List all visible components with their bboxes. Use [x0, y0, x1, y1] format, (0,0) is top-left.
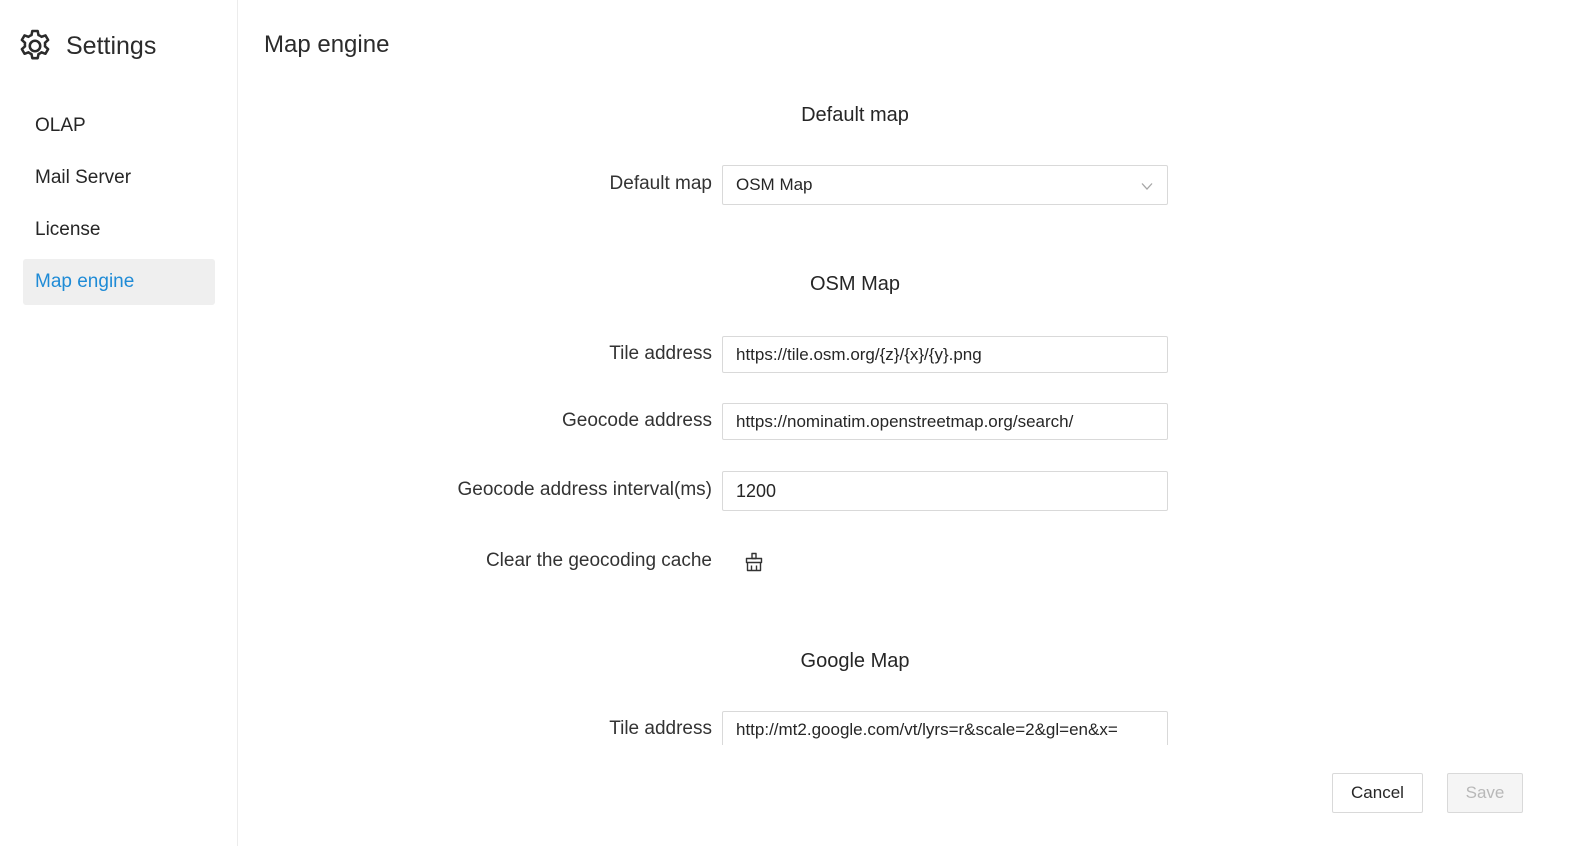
clear-geocoding-cache-label: Clear the geocoding cache	[485, 550, 712, 571]
gear-icon	[16, 27, 54, 65]
section-title-default-map: Default map	[801, 104, 909, 126]
settings-app: Settings OLAP Mail Server License Map en…	[0, 0, 1583, 846]
map-engine-form[interactable]: Default map Default map OSM Map OSM Map …	[238, 0, 1583, 745]
geocode-interval-label: Geocode address interval(ms)	[457, 479, 713, 500]
sidebar-item-map-engine[interactable]: Map engine	[23, 259, 215, 305]
save-button[interactable]: Save	[1447, 773, 1523, 813]
sidebar-item-olap[interactable]: OLAP	[23, 103, 215, 149]
main-panel: Map engine Default map Default map OSM M…	[238, 0, 1583, 846]
google-tile-address-label: Tile address	[609, 718, 712, 739]
sidebar-title: Settings	[66, 31, 157, 60]
sidebar-nav: OLAP Mail Server License Map engine	[23, 103, 215, 311]
sidebar-header: Settings	[16, 26, 156, 66]
osm-geocode-address-label: Geocode address	[562, 410, 712, 431]
default-map-selected-value: OSM Map	[736, 175, 813, 194]
sidebar-item-mail-server[interactable]: Mail Server	[23, 155, 215, 201]
broom-icon[interactable]	[743, 551, 765, 573]
sidebar-item-license[interactable]: License	[23, 207, 215, 253]
geocode-interval-input[interactable]	[722, 471, 1168, 511]
chevron-down-icon	[1140, 178, 1154, 192]
osm-geocode-address-input[interactable]	[722, 403, 1168, 440]
default-map-label: Default map	[609, 173, 712, 194]
google-tile-address-input[interactable]	[722, 711, 1168, 745]
osm-tile-address-input[interactable]	[722, 336, 1168, 373]
default-map-select[interactable]: OSM Map	[722, 165, 1168, 205]
cancel-button[interactable]: Cancel	[1332, 773, 1423, 813]
section-title-osm-map: OSM Map	[809, 273, 901, 295]
sidebar: Settings OLAP Mail Server License Map en…	[0, 0, 238, 846]
section-title-google-map: Google Map	[800, 650, 910, 672]
osm-tile-address-label: Tile address	[609, 343, 712, 364]
